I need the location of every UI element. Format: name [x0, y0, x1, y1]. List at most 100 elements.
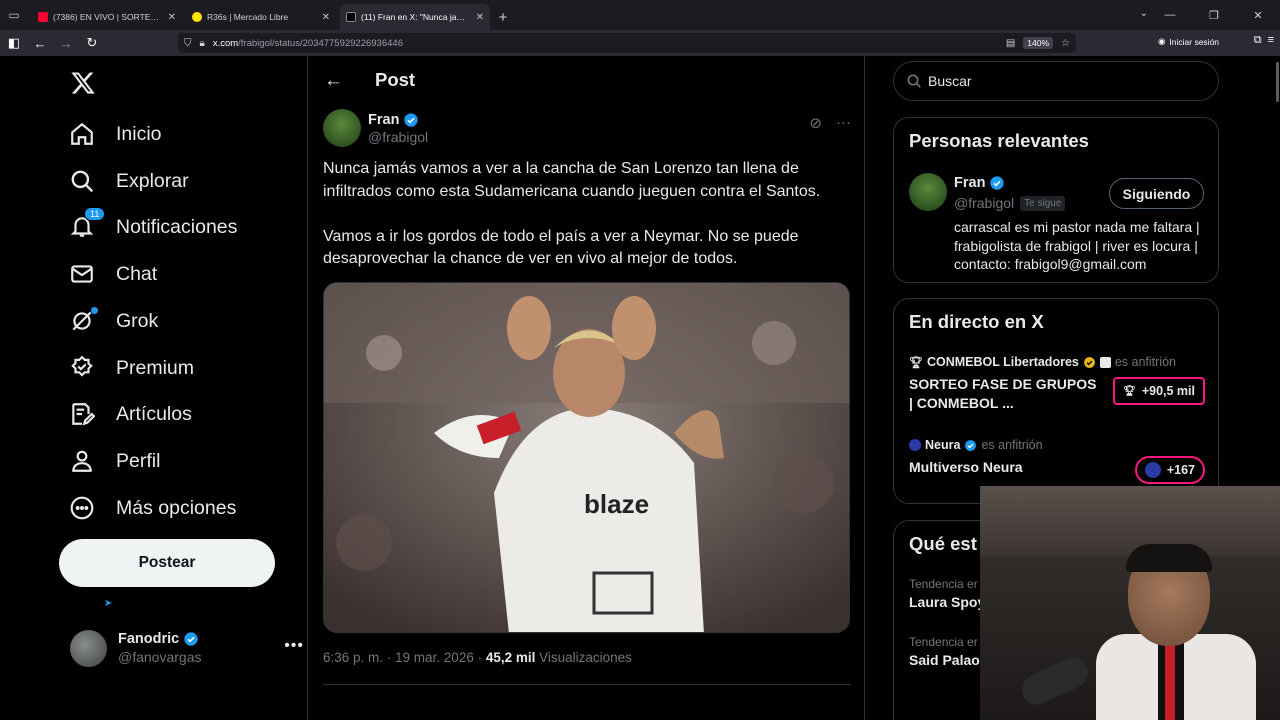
account-name: Fanodric: [118, 631, 180, 647]
trend-item[interactable]: Tendencia er Said Palao: [909, 635, 980, 668]
nav-label: Inicio: [116, 122, 162, 145]
card-title: Qué est: [909, 533, 977, 554]
webcam-overlay: [980, 486, 1280, 720]
trend-context: Tendencia er: [909, 635, 978, 649]
live-host-name: Neura: [925, 438, 961, 452]
close-tab-icon[interactable]: ✕: [476, 12, 484, 23]
window-close-icon[interactable]: ✕: [1236, 9, 1280, 22]
zoom-level[interactable]: 140%: [1023, 37, 1054, 49]
following-button[interactable]: Siguiendo: [1109, 178, 1204, 209]
search-input[interactable]: Buscar: [893, 61, 1219, 101]
nav-item-premium[interactable]: Premium: [68, 348, 194, 388]
signin-button[interactable]: ◉ Iniciar sesión: [1158, 36, 1219, 47]
menu-icon[interactable]: ≡: [1268, 34, 1274, 47]
restore-icon[interactable]: ❐: [1192, 9, 1236, 22]
nav-item-chat[interactable]: Chat: [68, 254, 157, 294]
author-name[interactable]: Fran: [368, 112, 399, 128]
browser-tab-bar: ▭ (7386) EN VIVO | SORTEO DE LA ✕ R36s |…: [0, 0, 1280, 30]
nav-item-explorar[interactable]: Explorar: [68, 161, 189, 201]
x-logo-icon[interactable]: [70, 70, 96, 96]
relevant-people-card: Personas relevantes Fran @frabigol Te si…: [893, 117, 1219, 283]
post-paragraph: Vamos a ir los gordos de todo el país a …: [323, 227, 799, 268]
nav-item-mas-opciones[interactable]: Más opciones: [68, 488, 236, 528]
url-text[interactable]: x.com/frabigol/status/203477592922693644…: [213, 38, 403, 49]
post-button[interactable]: Postear: [59, 539, 275, 587]
post-paragraph: Nunca jamás vamos a ver a la cancha de S…: [323, 160, 821, 200]
sponsor-text: blaze: [584, 489, 649, 519]
post-photo: blaze: [324, 283, 849, 632]
live-host-sub: es anfitrión: [981, 438, 1043, 452]
live-listener-count[interactable]: 🏆︎ +90,5 mil: [1113, 377, 1205, 405]
nav-item-inicio[interactable]: Inicio: [68, 114, 162, 154]
more-horizontal-icon[interactable]: •••: [284, 637, 304, 655]
main-column: ← Post Fran @frabigol ⊘ ··· Nunca jamás …: [307, 56, 865, 720]
more-circle-icon: [68, 494, 96, 522]
account-switcher[interactable]: Fanodric @fanovargas •••: [70, 628, 304, 668]
account-handle: @fanovargas: [118, 649, 202, 665]
trophy-icon: 🏆︎: [1123, 385, 1136, 397]
search-icon: [68, 167, 96, 195]
more-horizontal-icon[interactable]: ···: [836, 114, 851, 132]
author-handle[interactable]: @frabigol: [368, 129, 428, 145]
live-host-sub: es anfitrión: [1114, 355, 1176, 369]
youtube-favicon-icon: [38, 12, 48, 22]
browser-tab-youtube[interactable]: (7386) EN VIVO | SORTEO DE LA ✕: [32, 4, 182, 30]
left-navigation: Inicio Explorar 11 Notificaciones Chat G…: [58, 56, 308, 720]
avatar[interactable]: [323, 109, 361, 147]
browser-tab-mercadolibre[interactable]: R36s | Mercado Libre ✕: [186, 4, 336, 30]
trophy-icon: 🏆︎: [909, 356, 923, 369]
tab-overview-icon[interactable]: ▭: [0, 0, 28, 30]
grok-explain-icon[interactable]: ⊘: [809, 114, 822, 132]
post-text: Nunca jamás vamos a ver a la cancha de S…: [323, 158, 853, 293]
minimize-icon[interactable]: —: [1148, 9, 1192, 21]
nav-item-perfil[interactable]: Perfil: [68, 441, 160, 481]
close-tab-icon[interactable]: ✕: [322, 12, 330, 23]
post-timestamp[interactable]: 6:36 p. m. · 19 mar. 2026 ·: [323, 650, 486, 665]
post-views-count: 45,2 mil: [485, 650, 536, 665]
new-tab-icon[interactable]: +: [490, 4, 516, 30]
back-icon[interactable]: ←: [28, 31, 52, 55]
forward-icon[interactable]: →: [54, 31, 78, 55]
live-item[interactable]: Neura es anfitrión Multiverso Neura +167: [909, 438, 1205, 484]
nav-item-notificaciones[interactable]: 11 Notificaciones: [68, 207, 237, 247]
sidebar-toggle-icon[interactable]: ◧: [2, 31, 26, 55]
trend-name: Laura Spoy: [909, 594, 986, 610]
live-listener-count[interactable]: +167: [1134, 456, 1205, 484]
reload-icon[interactable]: ↻: [80, 31, 104, 55]
extensions-icon[interactable]: ⧉: [1254, 34, 1262, 47]
user-name[interactable]: Fran: [954, 175, 985, 191]
shield-icon[interactable]: ⛉: [184, 38, 192, 49]
home-icon: [68, 120, 96, 148]
shirt-stripe: [1165, 636, 1175, 720]
verified-badge-icon: [990, 176, 1005, 190]
browser-tab-x[interactable]: (11) Fran en X: "Nunca jamás vamos ✕: [340, 4, 490, 30]
user-handle[interactable]: @frabigol: [954, 195, 1014, 211]
lock-icon[interactable]: 🔒︎: [200, 38, 205, 49]
grok-icon: [68, 307, 98, 335]
tab-list-chevron-icon[interactable]: ⌄: [1140, 8, 1148, 19]
search-icon: [907, 74, 921, 88]
verified-gold-badge-icon: [1083, 356, 1095, 368]
trend-item[interactable]: Tendencia er Laura Spoy: [909, 577, 985, 610]
live-on-x-card: En directo en X 🏆︎ CONMEBOL Libertadores…: [893, 298, 1219, 504]
neura-logo-icon: [1144, 462, 1161, 478]
nav-item-articulos[interactable]: Artículos: [68, 394, 192, 434]
search-placeholder: Buscar: [928, 73, 972, 89]
url-bar[interactable]: ⛉ 🔒︎ x.com/frabigol/status/2034775929226…: [178, 33, 1076, 53]
person-icon: [68, 447, 96, 475]
post-meta: 6:36 p. m. · 19 mar. 2026 · 45,2 mil Vis…: [323, 650, 632, 665]
live-item[interactable]: 🏆︎ CONMEBOL Libertadores es anfitrión SO…: [909, 355, 1205, 413]
tab-title: R36s | Mercado Libre: [207, 12, 289, 22]
close-tab-icon[interactable]: ✕: [168, 12, 176, 23]
reader-view-icon[interactable]: ▤: [1006, 38, 1015, 49]
avatar[interactable]: [909, 173, 947, 211]
back-arrow-icon[interactable]: ←: [324, 70, 343, 92]
x-favicon-icon: [346, 12, 356, 22]
nav-item-grok[interactable]: Grok: [68, 301, 158, 341]
webcam-person-hair: [1126, 544, 1212, 572]
post-image[interactable]: blaze: [323, 282, 850, 633]
trend-name: Said Palao: [909, 652, 980, 668]
nav-label: Chat: [116, 262, 158, 285]
scrollbar-thumb[interactable]: [1276, 62, 1279, 102]
bookmark-star-icon[interactable]: ☆: [1061, 38, 1070, 49]
